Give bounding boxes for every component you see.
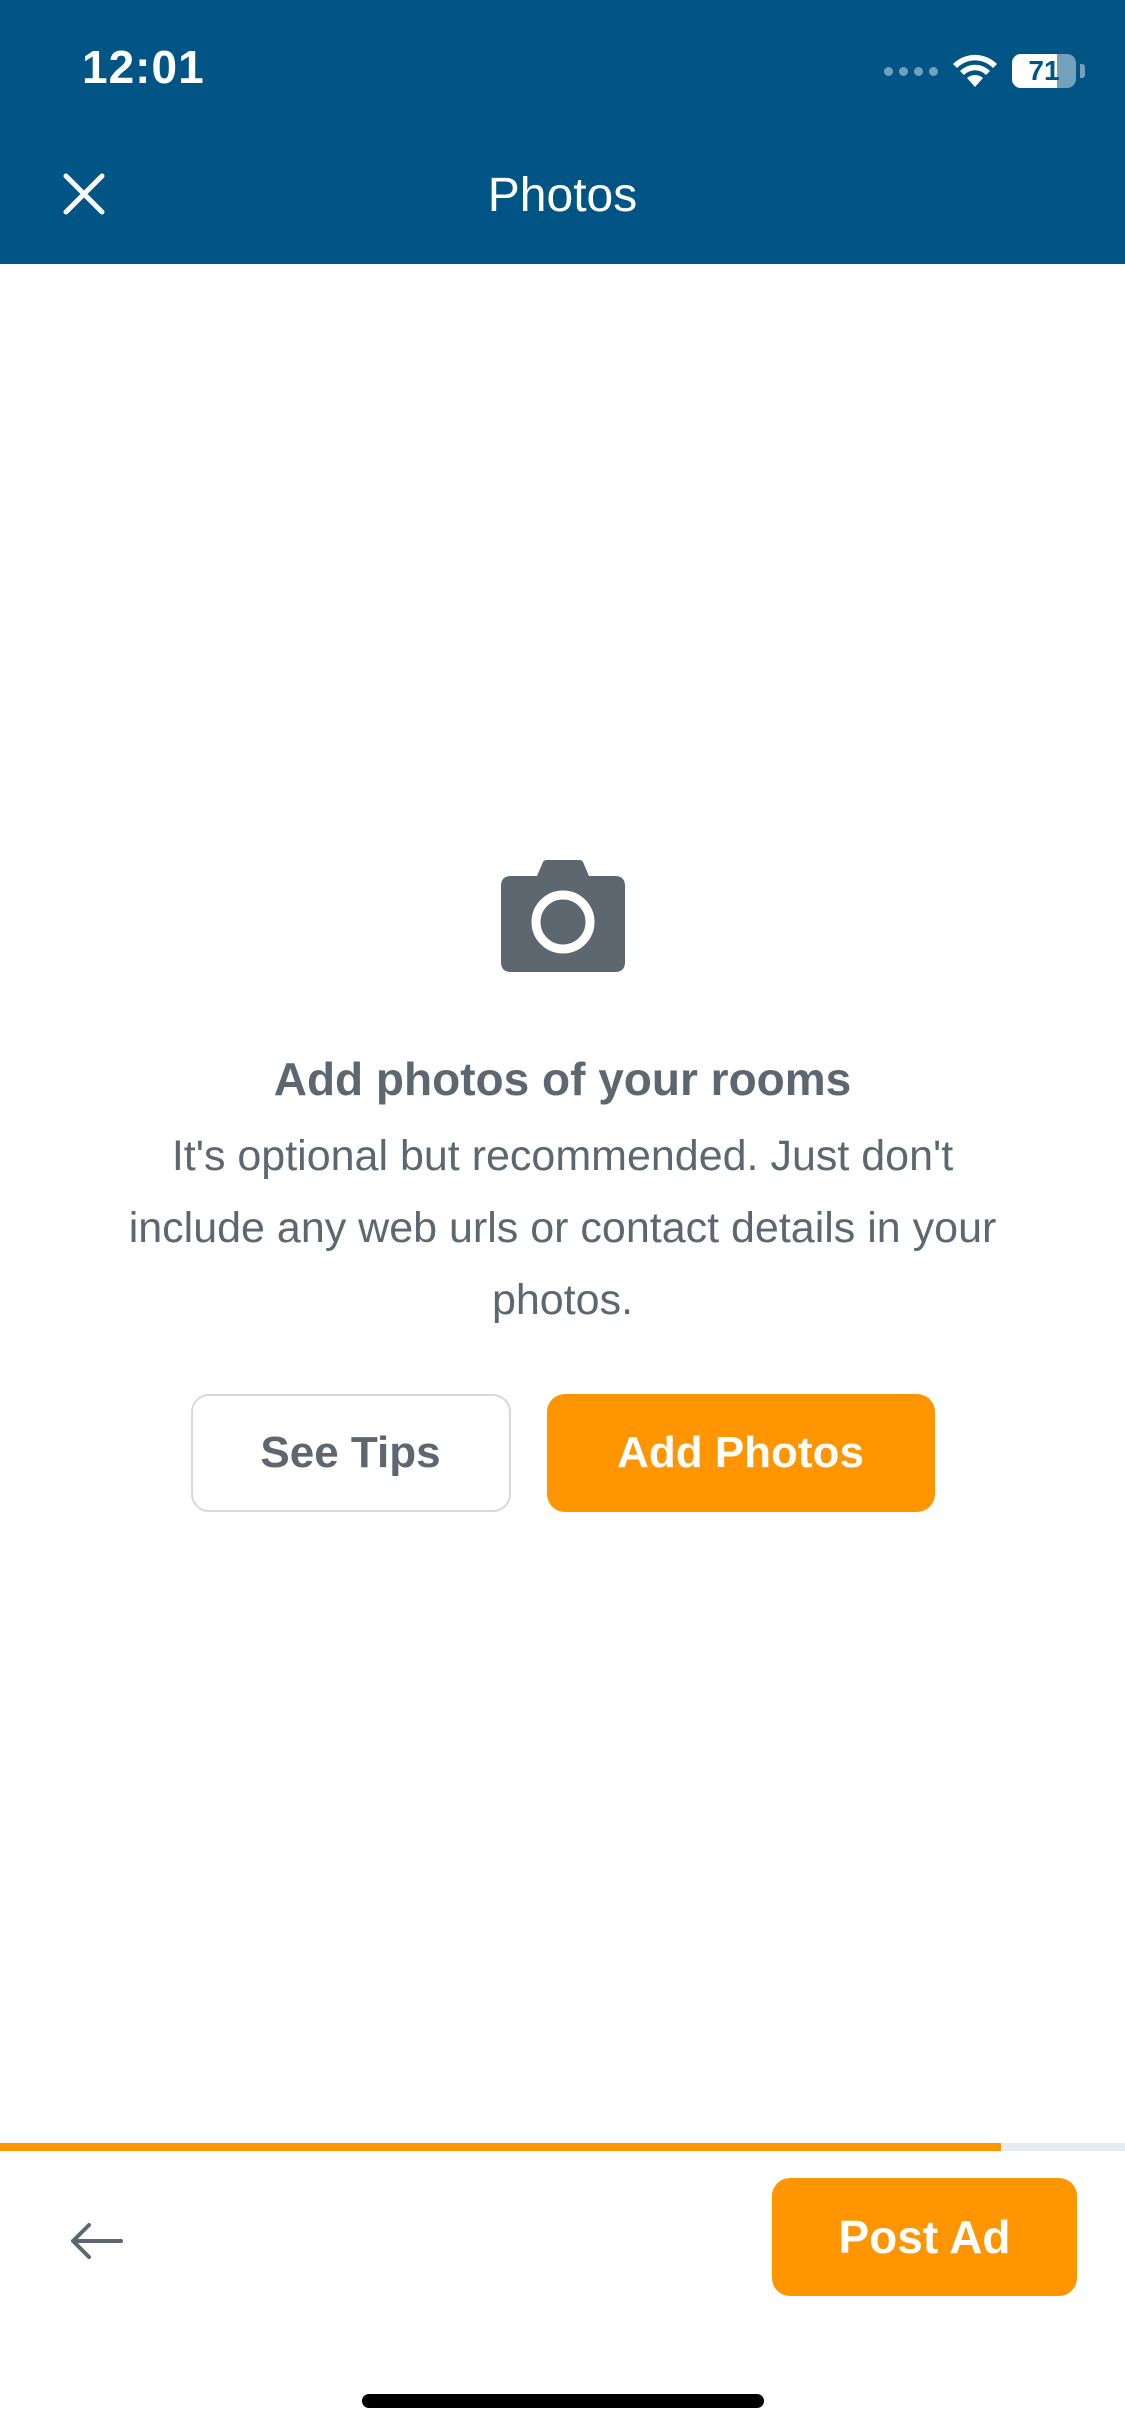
status-time: 12:01: [82, 41, 205, 93]
empty-state-title: Add photos of your rooms: [273, 1053, 852, 1105]
status-icons: 71: [884, 48, 1085, 94]
battery-cap: [1080, 64, 1085, 78]
wifi-icon: [953, 54, 997, 87]
empty-state: Add photos of your rooms It's optional b…: [0, 860, 1125, 1512]
arrow-left-icon: [71, 2223, 123, 2259]
add-photos-button[interactable]: Add Photos: [546, 1394, 935, 1512]
camera-icon: [500, 860, 625, 972]
see-tips-button[interactable]: See Tips: [190, 1394, 511, 1512]
screen: 12:01 71 Photos Add photos of your rooms…: [0, 0, 1125, 2436]
home-indicator: [362, 2394, 764, 2408]
signal-dots-icon: [884, 66, 938, 76]
progress-fill: [0, 2143, 1002, 2151]
page-title: Photos: [487, 169, 638, 222]
empty-state-description: It's optional but recommended. Just don'…: [128, 1132, 997, 1324]
battery-level: 71: [1028, 55, 1060, 86]
post-ad-button[interactable]: Post Ad: [772, 2178, 1077, 2296]
back-button[interactable]: [60, 2205, 132, 2277]
battery-icon: 71: [1012, 54, 1076, 88]
header-bar: 12:01 71 Photos: [0, 0, 1125, 264]
progress-bar: [0, 2143, 1125, 2151]
empty-state-actions: See Tips Add Photos: [190, 1394, 935, 1512]
